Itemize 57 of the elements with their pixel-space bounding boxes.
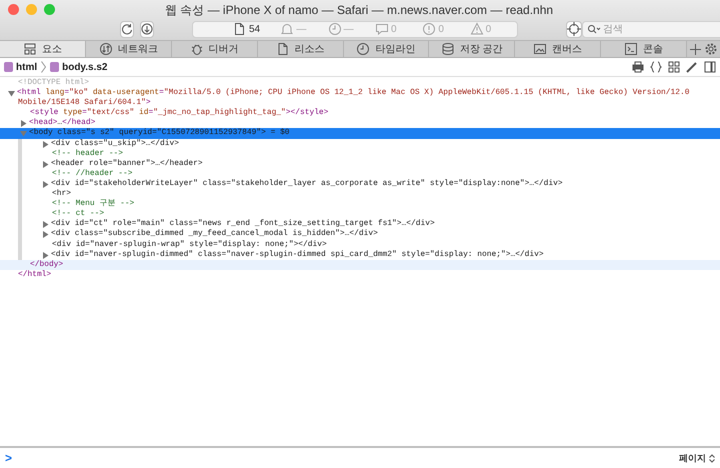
- braces-icon: [650, 61, 662, 73]
- tab[interactable]: 타임라인: [344, 41, 430, 57]
- collapsed-triangle-icon[interactable]: [42, 180, 49, 188]
- settings-icon: [705, 43, 717, 55]
- tab[interactable]: 네트워크: [86, 41, 172, 57]
- download-icon: [141, 23, 153, 35]
- reload-button[interactable]: [120, 20, 134, 38]
- search-icon: [587, 24, 601, 34]
- reload-icon: [121, 23, 133, 35]
- chevron-icon: [41, 61, 46, 73]
- speech-bubble-icon: [374, 22, 389, 36]
- document-icon: [233, 22, 247, 36]
- terminal-icon: [624, 42, 638, 56]
- plus-icon: [690, 44, 701, 54]
- sidebar-icon: [704, 61, 716, 73]
- tab[interactable]: 저장 공간: [429, 41, 516, 57]
- window-title: 웹 속성 — iPhone X of namo — Safari — m.news.naver.com — read.nhn: [164, 2, 554, 19]
- database-icon: [440, 42, 455, 56]
- activity-counter[interactable]: 54: [233, 22, 280, 36]
- clock-icon: [328, 22, 342, 36]
- tab[interactable]: 디버거: [172, 41, 258, 57]
- element-icon: [50, 62, 60, 72]
- expanded-triangle-icon[interactable]: [8, 90, 15, 98]
- download-button[interactable]: [140, 20, 154, 38]
- info-circle-icon: [422, 22, 436, 36]
- breadcrumb-item[interactable]: body.s.s2: [50, 62, 108, 72]
- arrows-circle-icon: [98, 42, 113, 56]
- close-button[interactable]: [8, 4, 19, 14]
- tab[interactable]: 캔버스: [515, 41, 602, 57]
- target-button[interactable]: [566, 20, 582, 38]
- pencil-icon: [686, 61, 698, 73]
- tab[interactable]: 리소스: [258, 41, 344, 57]
- grid-icon: [22, 42, 37, 56]
- collapsed-triangle-icon[interactable]: [42, 231, 49, 238]
- console-prompt: >: [5, 451, 12, 465]
- collapsed-triangle-icon[interactable]: [42, 160, 49, 168]
- collapsed-triangle-icon[interactable]: [42, 140, 49, 148]
- picture-icon: [533, 42, 548, 56]
- collapsed-triangle-icon[interactable]: [42, 221, 49, 228]
- element-icon: [4, 62, 13, 72]
- breadcrumb-item[interactable]: html: [4, 62, 38, 72]
- grid-icon: [668, 61, 680, 73]
- tab[interactable]: 콘솔: [601, 41, 687, 57]
- clock-icon: [356, 42, 370, 56]
- collapsed-triangle-icon[interactable]: [42, 252, 49, 259]
- document-icon: [276, 42, 290, 56]
- crosshair-icon: [567, 22, 581, 36]
- search-input[interactable]: 검색: [603, 24, 720, 34]
- collapsed-triangle-icon[interactable]: [20, 120, 27, 128]
- updown-icon: [709, 454, 715, 462]
- context-selector[interactable]: 페이지: [679, 452, 715, 464]
- warning-icon: [470, 22, 484, 36]
- printer-icon: [632, 61, 644, 73]
- tab[interactable]: 요소: [0, 41, 86, 57]
- search-field[interactable]: 검색: [582, 20, 720, 38]
- bell-icon: [280, 22, 294, 36]
- bug-icon: [190, 42, 204, 56]
